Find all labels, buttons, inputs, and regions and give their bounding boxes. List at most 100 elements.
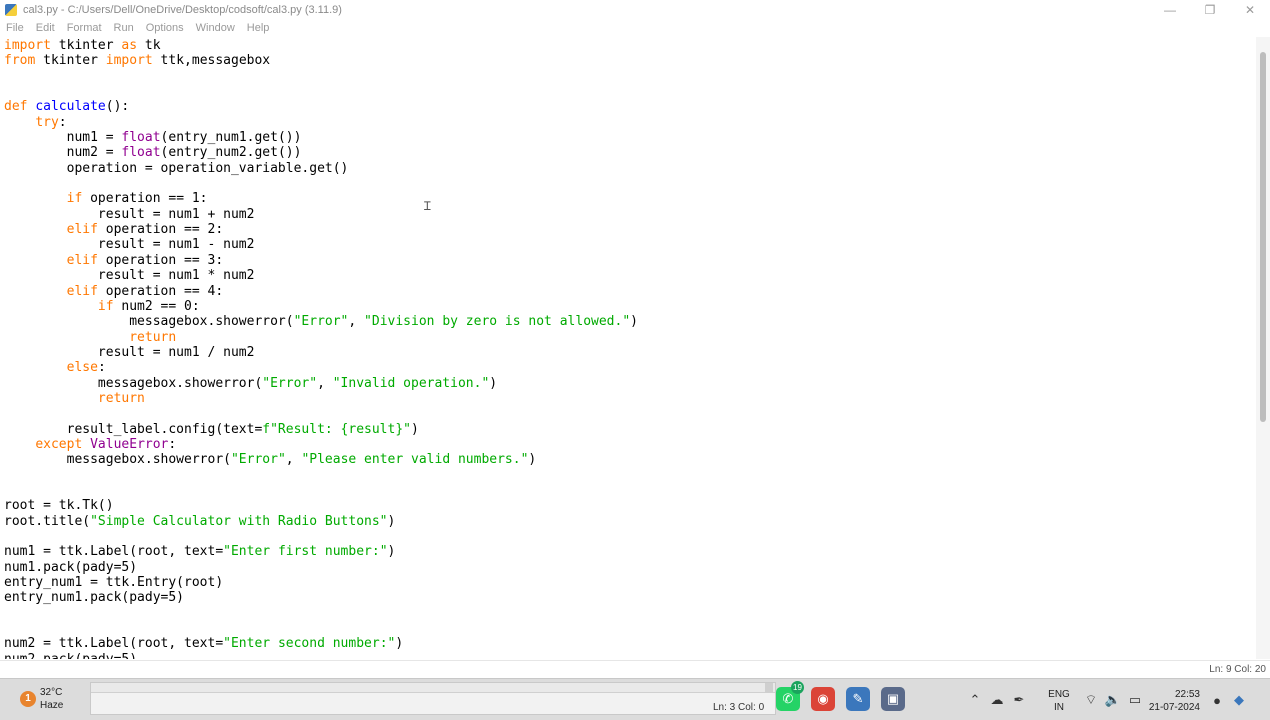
code-line[interactable] — [4, 69, 638, 84]
code-token: elif — [66, 252, 98, 268]
code-line[interactable] — [4, 529, 638, 544]
code-line[interactable]: if operation == 1: — [4, 191, 638, 206]
code-line[interactable]: elif operation == 2: — [4, 222, 638, 237]
scrollbar-thumb[interactable] — [1260, 52, 1266, 422]
code-line[interactable]: num2 = ttk.Label(root, text="Enter secon… — [4, 636, 638, 651]
code-token: result_label.config(text= — [4, 421, 263, 437]
code-line[interactable] — [4, 84, 638, 99]
code-line[interactable]: elif operation == 3: — [4, 253, 638, 268]
code-token: elif — [66, 222, 98, 238]
code-line[interactable] — [4, 176, 638, 191]
code-line[interactable]: result = num1 + num2 — [4, 207, 638, 222]
code-line[interactable]: root.title("Simple Calculator with Radio… — [4, 514, 638, 529]
clock[interactable]: 22:53 21-07-2024 — [1148, 688, 1200, 714]
code-token: from — [4, 53, 36, 69]
code-token: (entry_num2.get()) — [160, 145, 302, 161]
language-indicator[interactable]: ENG IN — [1044, 688, 1074, 714]
code-token: return — [97, 390, 145, 406]
code-line[interactable]: num1 = ttk.Label(root, text="Enter first… — [4, 544, 638, 559]
speaker-icon[interactable]: 🔈 — [1102, 689, 1124, 711]
menu-window[interactable]: Window — [190, 22, 241, 34]
window-title: cal3.py - C:/Users/Dell/OneDrive/Desktop… — [23, 4, 342, 16]
code-token: result = num1 + num2 — [4, 206, 255, 222]
code-line[interactable]: num2 = float(entry_num2.get()) — [4, 145, 638, 160]
code-line[interactable] — [4, 483, 638, 498]
code-line[interactable]: result = num1 - num2 — [4, 237, 638, 252]
code-line[interactable]: num2.pack(pady=5) — [4, 652, 638, 659]
menu-edit[interactable]: Edit — [30, 22, 61, 34]
code-token: , — [317, 375, 333, 391]
window-preview-status: Ln: 3 Col: 0 — [713, 702, 765, 713]
code-line[interactable] — [4, 406, 638, 421]
vertical-scrollbar[interactable] — [1256, 37, 1270, 659]
chrome-icon[interactable]: ◉ — [811, 687, 835, 711]
menu-help[interactable]: Help — [241, 22, 276, 34]
code-line[interactable]: return — [4, 330, 638, 345]
code-token: elif — [66, 283, 98, 299]
code-token: ) — [528, 452, 537, 468]
code-line[interactable]: else: — [4, 360, 638, 375]
menu-options[interactable]: Options — [140, 22, 190, 34]
code-line[interactable]: root = tk.Tk() — [4, 498, 638, 513]
code-line[interactable]: result = num1 * num2 — [4, 268, 638, 283]
code-line[interactable]: messagebox.showerror("Error", "Invalid o… — [4, 376, 638, 391]
restore-button[interactable]: ❐ — [1190, 0, 1230, 20]
close-button[interactable]: ✕ — [1230, 0, 1270, 20]
copilot-icon[interactable]: ◆ — [1228, 689, 1250, 711]
code-line[interactable]: entry_num1.pack(pady=5) — [4, 590, 638, 605]
wifi-icon[interactable]: ⌔ — [1080, 689, 1102, 711]
python-editor-icon[interactable]: ✎ — [846, 687, 870, 711]
idle-window-icon[interactable]: ▣ — [881, 687, 905, 711]
notification-bell-icon[interactable]: ● — [1206, 689, 1228, 711]
code-line[interactable]: def calculate(): — [4, 99, 638, 114]
code-token: tk — [137, 38, 161, 53]
code-line[interactable]: if num2 == 0: — [4, 299, 638, 314]
code-line[interactable]: messagebox.showerror("Error", "Please en… — [4, 452, 638, 467]
code-line[interactable]: return — [4, 391, 638, 406]
status-tray: ⌔ 🔈 ▭ — [1080, 679, 1146, 720]
code-token: "Division by zero is not allowed." — [364, 314, 631, 330]
code-line[interactable]: entry_num1 = ttk.Entry(root) — [4, 575, 638, 590]
code-line[interactable] — [4, 621, 638, 636]
code-line[interactable]: except ValueError: — [4, 437, 638, 452]
code-token: as — [121, 38, 138, 53]
weather-widget[interactable]: 1 32°C Haze — [20, 686, 63, 712]
code-token: "Error" — [293, 314, 349, 330]
whatsapp-icon[interactable]: ✆ 19 — [776, 681, 804, 711]
code-line[interactable]: num1 = float(entry_num1.get()) — [4, 130, 638, 145]
code-line[interactable]: from tkinter import ttk,messagebox — [4, 53, 638, 68]
code-editor[interactable]: import tkinter as tk from tkinter import … — [0, 37, 1255, 659]
code-line[interactable] — [4, 468, 638, 483]
code-token: ValueError — [90, 436, 169, 452]
code-line[interactable]: num1.pack(pady=5) — [4, 560, 638, 575]
battery-icon[interactable]: ▭ — [1124, 689, 1146, 711]
code-token: num1.pack(pady=5) — [4, 559, 138, 575]
code-line[interactable]: operation = operation_variable.get() — [4, 161, 638, 176]
window-preview: Ln: 3 Col: 0 — [90, 682, 776, 715]
code-line[interactable]: result = num1 / num2 — [4, 345, 638, 360]
pen-icon[interactable]: ✒ — [1008, 689, 1030, 711]
code-token: tkinter — [35, 53, 106, 69]
code-token: operation = operation_variable.get() — [4, 160, 349, 176]
code-token: : — [168, 436, 177, 452]
code-text-area[interactable]: import tkinter as tk from tkinter import … — [4, 38, 638, 659]
code-line[interactable]: elif operation == 4: — [4, 284, 638, 299]
code-line[interactable]: messagebox.showerror("Error", "Division … — [4, 314, 638, 329]
code-line[interactable]: try: — [4, 115, 638, 130]
code-token: entry_num1.pack(pady=5) — [4, 590, 185, 606]
menu-run[interactable]: Run — [108, 22, 140, 34]
menu-format[interactable]: Format — [61, 22, 108, 34]
chevron-up-icon[interactable]: ⌃ — [964, 689, 986, 711]
code-token: ) — [411, 421, 419, 437]
menu-file[interactable]: File — [0, 22, 30, 34]
code-line[interactable]: import tkinter as tk — [4, 38, 638, 53]
window-preview-scrollbar — [765, 683, 773, 693]
code-line[interactable] — [4, 606, 638, 621]
minimize-button[interactable]: — — [1150, 0, 1190, 20]
code-token: "Error" — [230, 452, 286, 468]
code-line[interactable]: result_label.config(text=f"Result: {resu… — [4, 422, 638, 437]
cloud-icon[interactable]: ☁ — [986, 689, 1008, 711]
